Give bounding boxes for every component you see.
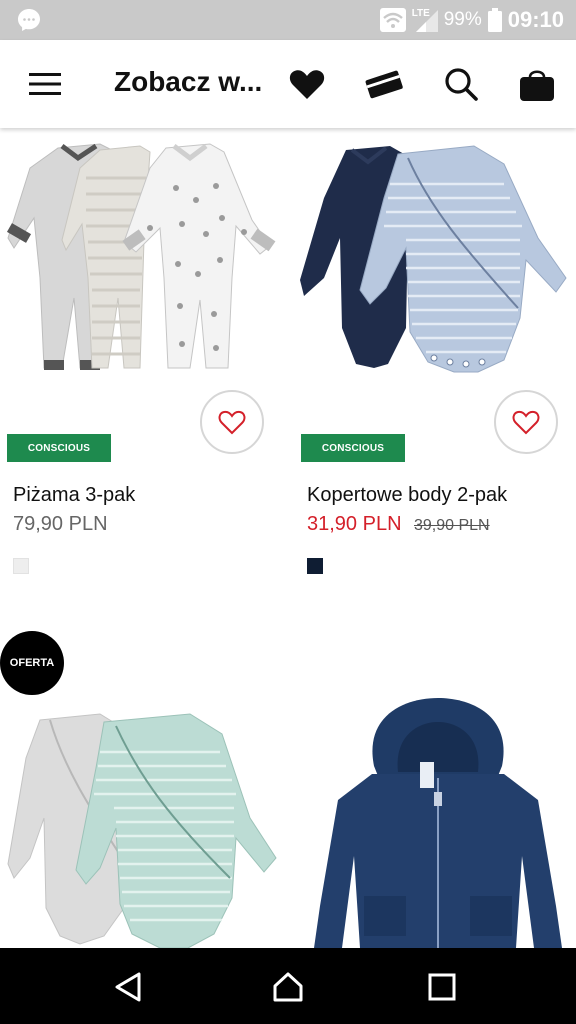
favorite-button[interactable]	[494, 390, 558, 454]
battery-percent: 99%	[443, 9, 482, 30]
clock: 09:10	[507, 7, 564, 32]
product-name[interactable]: Kopertowe body 2-pak	[307, 484, 507, 507]
product-card[interactable]	[294, 628, 576, 948]
conscious-badge: CONSCIOUS	[301, 434, 405, 462]
signal-icon: LTE	[412, 6, 438, 34]
heart-outline-icon	[218, 410, 246, 435]
promo-badge: OFERTA	[0, 631, 64, 695]
product-name[interactable]: Piżama 3-pak	[13, 484, 135, 507]
heart-outline-icon	[512, 410, 540, 435]
menu-icon[interactable]	[28, 70, 62, 98]
card-icon[interactable]	[364, 64, 404, 104]
conscious-badge: CONSCIOUS	[7, 434, 111, 462]
messenger-icon	[18, 9, 40, 31]
app-bar: Zobacz w...	[0, 40, 576, 128]
system-nav-bar	[0, 948, 576, 1024]
page-title: Zobacz w...	[114, 66, 263, 97]
wifi-icon	[379, 8, 406, 32]
product-grid: CONSCIOUS Piżama 3-pak 79,90 PLN CONSCIO…	[0, 128, 576, 948]
battery-icon	[487, 8, 502, 32]
color-swatch[interactable]	[13, 558, 29, 574]
product-card[interactable]: CONSCIOUS Piżama 3-pak 79,90 PLN	[0, 128, 288, 598]
back-icon[interactable]	[111, 970, 145, 1004]
recents-icon[interactable]	[425, 970, 459, 1004]
color-swatch[interactable]	[307, 558, 323, 574]
product-image[interactable]	[294, 696, 576, 948]
product-old-price: 39,90 PLN	[414, 517, 490, 534]
product-price: 79,90 PLN	[13, 513, 108, 535]
search-icon[interactable]	[441, 64, 481, 104]
product-image[interactable]	[0, 708, 288, 948]
status-bar: LTE 99% 09:10	[0, 0, 576, 40]
product-sale-price: 31,90 PLN	[307, 513, 402, 535]
product-card[interactable]: CONSCIOUS Kopertowe body 2-pak 31,90 PLN…	[294, 128, 576, 598]
bag-icon[interactable]	[517, 64, 557, 104]
product-image[interactable]	[0, 128, 288, 378]
product-image[interactable]	[294, 128, 576, 378]
heart-icon[interactable]	[287, 64, 327, 104]
favorite-button[interactable]	[200, 390, 264, 454]
product-card[interactable]: OFERTA	[0, 628, 288, 948]
home-icon[interactable]	[271, 970, 305, 1004]
